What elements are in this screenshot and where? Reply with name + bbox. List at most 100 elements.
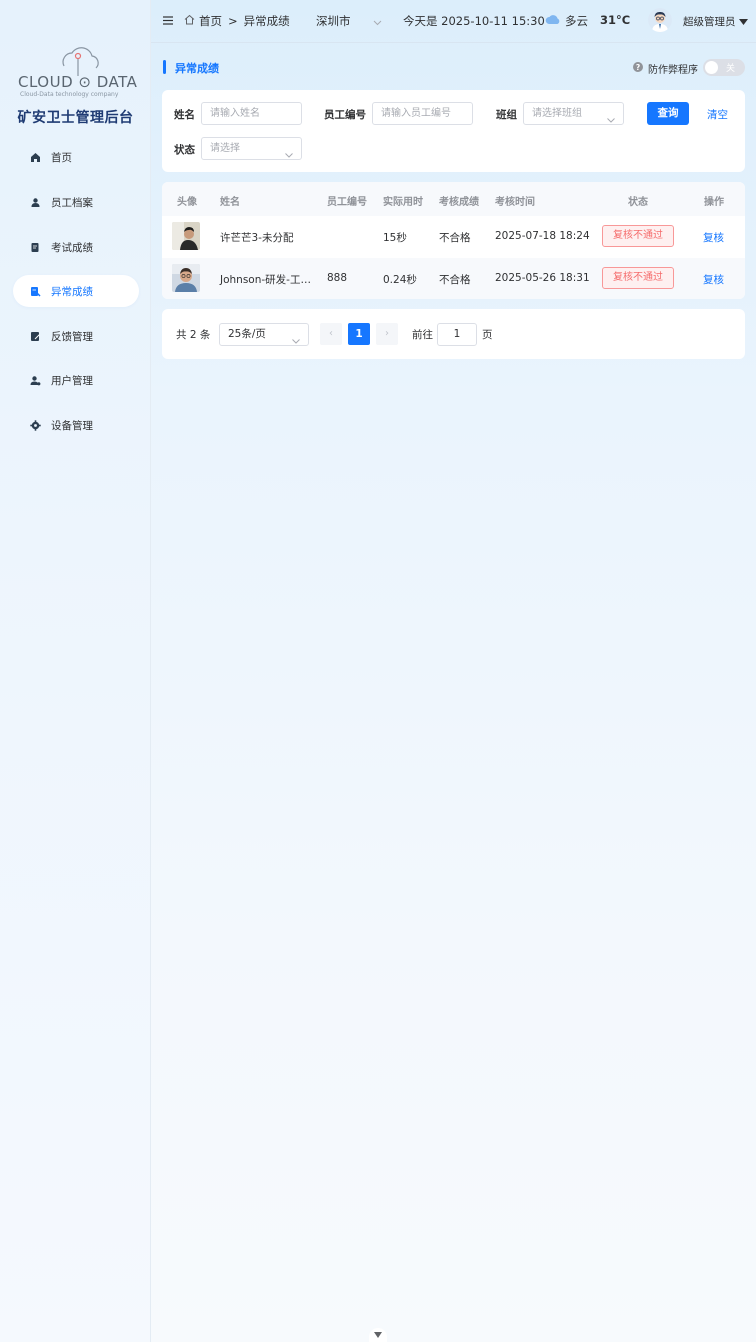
pagination: 共 2 条 25条/页 ‹ 1 › 前往 1 页 bbox=[162, 309, 745, 359]
cell-result: 不合格 bbox=[439, 274, 471, 286]
sidebar-item-employees[interactable]: 员工档案 bbox=[13, 186, 139, 218]
column-header: 考核时间 bbox=[495, 197, 535, 208]
sidebar-item-devices[interactable]: 设备管理 bbox=[13, 409, 139, 441]
query-button[interactable]: 查询 bbox=[647, 102, 689, 125]
table-row: Johnson-研发-工… 888 0.24秒 不合格 2025-05-26 1… bbox=[162, 258, 745, 299]
breadcrumb-home[interactable]: 首页 bbox=[199, 13, 222, 29]
top-header: 首页 > 异常成绩 深圳市 今天是 2025-10-11 15:30 多云 31… bbox=[151, 0, 756, 43]
table-header: 头像 姓名 员工编号 实际用时 考核成绩 考核时间 状态 操作 bbox=[162, 182, 745, 216]
cell-name: 许芒芒3-未分配 bbox=[220, 232, 294, 244]
employee-icon bbox=[29, 196, 41, 208]
emp-no-input[interactable]: 请输入员工编号 bbox=[372, 102, 473, 125]
sidebar-item-label: 考试成绩 bbox=[51, 241, 93, 254]
status-badge: 复核不通过 bbox=[602, 225, 674, 247]
name-label: 姓名 bbox=[174, 109, 195, 121]
goto-label: 前往 bbox=[412, 329, 433, 341]
chevron-down-icon bbox=[292, 331, 300, 352]
feedback-icon bbox=[29, 330, 41, 342]
page-number-current[interactable]: 1 bbox=[348, 323, 370, 345]
user-name: 超级管理员 bbox=[683, 16, 736, 28]
sidebar: CLOUD ⊙ DATA Cloud-Data technology compa… bbox=[0, 0, 151, 1342]
breadcrumb: 首页 > 异常成绩 bbox=[184, 13, 290, 29]
caret-down-icon bbox=[738, 16, 748, 28]
column-header: 姓名 bbox=[220, 197, 240, 208]
city-select[interactable]: 深圳市 bbox=[316, 13, 351, 29]
cell-duration: 15秒 bbox=[383, 232, 407, 244]
goto-page-input[interactable]: 1 bbox=[437, 323, 477, 346]
temperature: 31°C bbox=[600, 13, 631, 27]
home-icon bbox=[184, 14, 195, 28]
sidebar-item-feedback[interactable]: 反馈管理 bbox=[13, 320, 139, 352]
status-badge: 复核不通过 bbox=[602, 267, 674, 289]
question-icon[interactable]: ? bbox=[633, 62, 643, 75]
logo-subtitle: Cloud-Data technology company bbox=[20, 91, 119, 98]
sidebar-item-label: 员工档案 bbox=[51, 196, 93, 209]
total-count: 共 2 条 bbox=[176, 329, 211, 341]
cloud-icon bbox=[545, 14, 561, 28]
status-select[interactable]: 请选择 bbox=[201, 137, 302, 160]
sidebar-item-home[interactable]: 首页 bbox=[13, 141, 139, 173]
chevron-down-icon[interactable] bbox=[373, 15, 382, 29]
breadcrumb-separator: > bbox=[228, 14, 238, 28]
group-select[interactable]: 请选择班组 bbox=[523, 102, 624, 125]
sidebar-item-abnormal-scores[interactable]: 异常成绩 bbox=[13, 275, 139, 307]
clear-button[interactable]: 清空 bbox=[707, 107, 728, 122]
page-header: 异常成绩 ? 防作弊程序 关 bbox=[163, 58, 745, 78]
title-accent-bar bbox=[163, 60, 166, 74]
emp-no-label: 员工编号 bbox=[324, 109, 366, 121]
gear-icon bbox=[29, 419, 41, 431]
anti-cheat-label: 防作弊程序 bbox=[648, 65, 698, 76]
sidebar-item-label: 首页 bbox=[51, 151, 72, 164]
review-link[interactable]: 复核 bbox=[703, 230, 724, 245]
status-label: 状态 bbox=[174, 144, 195, 156]
avatar[interactable] bbox=[648, 8, 672, 32]
column-header: 头像 bbox=[177, 197, 197, 208]
sidebar-item-users[interactable]: 用户管理 bbox=[13, 364, 139, 396]
sidebar-item-exam-scores[interactable]: 考试成绩 bbox=[13, 231, 139, 263]
page-unit: 页 bbox=[482, 329, 493, 341]
weather-text: 多云 bbox=[565, 14, 588, 28]
anti-cheat-toggle[interactable]: 关 bbox=[703, 59, 745, 76]
next-page-button[interactable]: › bbox=[376, 323, 398, 345]
results-table: 头像 姓名 员工编号 实际用时 考核成绩 考核时间 状态 操作 许芒芒3-未分配… bbox=[162, 182, 745, 299]
cell-duration: 0.24秒 bbox=[383, 274, 417, 286]
user-icon bbox=[29, 374, 41, 386]
filter-panel: 姓名 请输入姓名 员工编号 请输入员工编号 班组 请选择班组 查询 清空 状态 … bbox=[162, 90, 745, 172]
caret-down-icon bbox=[374, 1328, 382, 1341]
chevron-down-icon bbox=[607, 110, 615, 131]
name-input[interactable]: 请输入姓名 bbox=[201, 102, 302, 125]
weather: 多云 bbox=[545, 13, 588, 29]
scroll-down-button[interactable] bbox=[369, 1328, 387, 1342]
breadcrumb-current: 异常成绩 bbox=[243, 14, 290, 28]
page-size-select[interactable]: 25条/页 bbox=[219, 323, 309, 346]
column-header: 实际用时 bbox=[383, 197, 423, 208]
system-title: 矿安卫士管理后台 bbox=[17, 110, 134, 126]
user-menu[interactable]: 超级管理员 bbox=[683, 14, 748, 29]
menu-toggle-icon[interactable] bbox=[163, 14, 173, 28]
page-title: 异常成绩 bbox=[175, 62, 219, 75]
sidebar-item-label: 异常成绩 bbox=[51, 285, 93, 298]
cell-name: Johnson-研发-工… bbox=[220, 274, 311, 286]
page-size-value: 25条/页 bbox=[228, 328, 266, 340]
prev-page-button[interactable]: ‹ bbox=[320, 323, 342, 345]
group-select-placeholder: 请选择班组 bbox=[532, 108, 582, 119]
sidebar-item-label: 设备管理 bbox=[51, 419, 93, 432]
row-avatar bbox=[172, 264, 200, 292]
column-header: 操作 bbox=[704, 197, 724, 208]
sidebar-item-label: 用户管理 bbox=[51, 374, 93, 387]
review-link[interactable]: 复核 bbox=[703, 272, 724, 287]
exam-icon bbox=[29, 241, 41, 253]
column-header: 员工编号 bbox=[327, 197, 367, 208]
anti-cheat-setting: ? 防作弊程序 bbox=[633, 61, 698, 76]
toggle-label: 关 bbox=[725, 64, 735, 74]
row-avatar bbox=[172, 222, 200, 250]
column-header: 考核成绩 bbox=[439, 197, 479, 208]
column-header: 状态 bbox=[628, 197, 648, 208]
sidebar-item-label: 反馈管理 bbox=[51, 330, 93, 343]
abnormal-icon bbox=[29, 285, 41, 297]
home-icon bbox=[29, 151, 41, 163]
group-label: 班组 bbox=[496, 109, 517, 121]
svg-text:?: ? bbox=[636, 63, 640, 72]
current-datetime: 今天是 2025-10-11 15:30 bbox=[403, 14, 545, 28]
cell-time: 2025-05-26 18:31 bbox=[495, 272, 590, 284]
